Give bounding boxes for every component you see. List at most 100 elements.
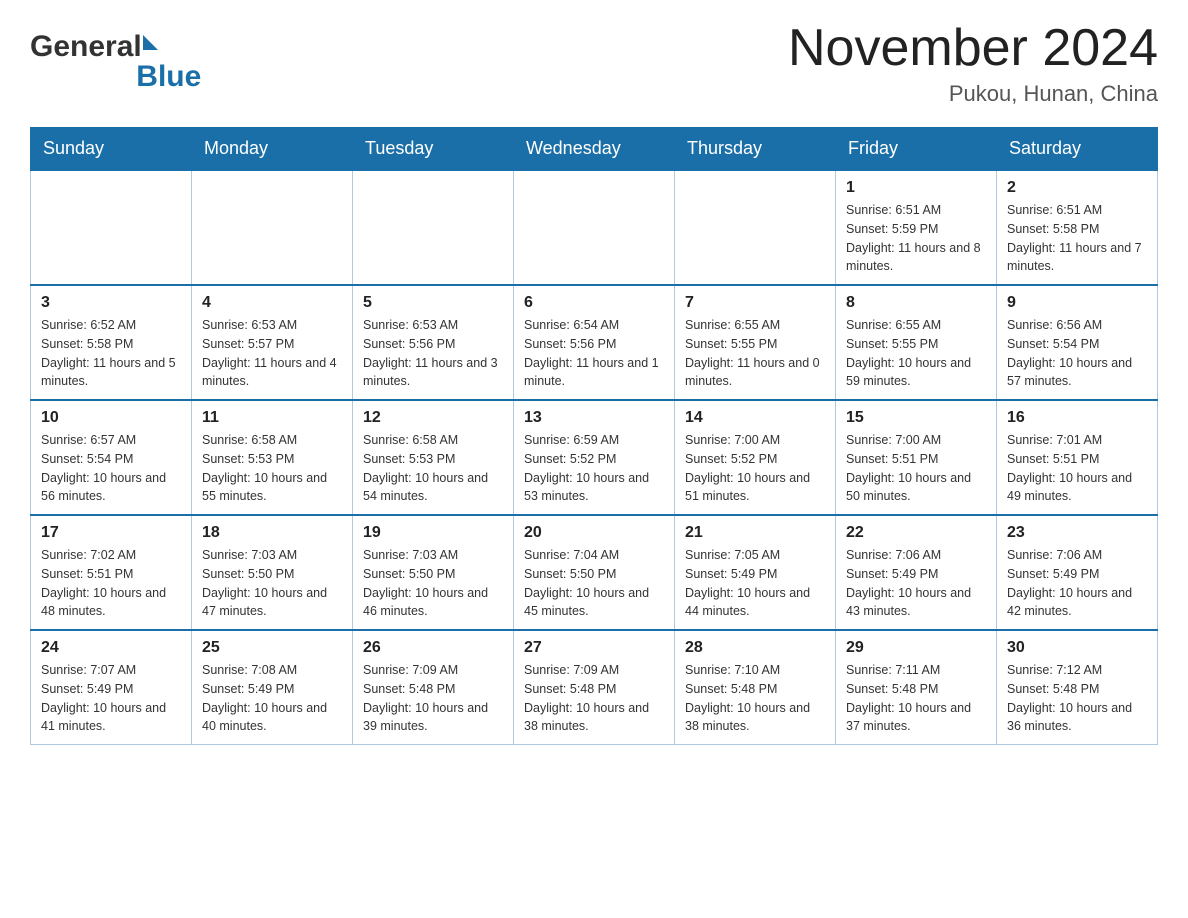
day-info: Sunrise: 7:00 AM Sunset: 5:52 PM Dayligh… [685,431,825,506]
day-number: 14 [685,409,825,427]
day-number: 17 [41,524,181,542]
day-number: 3 [41,294,181,312]
day-number: 1 [846,179,986,197]
day-number: 23 [1007,524,1147,542]
calendar-week-row: 17 Sunrise: 7:02 AM Sunset: 5:51 PM Dayli… [31,515,1158,630]
day-info: Sunrise: 7:07 AM Sunset: 5:49 PM Dayligh… [41,661,181,736]
calendar-cell: 28Sunrise: 7:10 AM Sunset: 5:48 PM Dayli… [675,630,836,745]
calendar-cell: 17 Sunrise: 7:02 AM Sunset: 5:51 PM Dayli… [31,515,192,630]
day-number: 9 [1007,294,1147,312]
day-number: 6 [524,294,664,312]
day-info: Sunrise: 6:58 AM Sunset: 5:53 PM Dayligh… [202,431,342,506]
calendar-header-saturday: Saturday [997,128,1158,171]
day-number: 2 [1007,179,1147,197]
day-info: Sunrise: 6:51 AM Sunset: 5:59 PM Dayligh… [846,201,986,276]
day-info: Sunrise: 7:03 AM Sunset: 5:50 PM Dayligh… [202,546,342,621]
title-block: November 2024 Pukou, Hunan, China [788,20,1158,107]
day-number: 16 [1007,409,1147,427]
day-number: 27 [524,639,664,657]
calendar-cell [514,170,675,285]
calendar-header-wednesday: Wednesday [514,128,675,171]
calendar-week-row: 24 Sunrise: 7:07 AM Sunset: 5:49 PM Dayli… [31,630,1158,745]
day-info: Sunrise: 6:59 AM Sunset: 5:52 PM Dayligh… [524,431,664,506]
calendar-cell: 1 Sunrise: 6:51 AM Sunset: 5:59 PM Daylig… [836,170,997,285]
calendar-cell [353,170,514,285]
calendar-cell: 13 Sunrise: 6:59 AM Sunset: 5:52 PM Dayli… [514,400,675,515]
calendar-cell: 8 Sunrise: 6:55 AM Sunset: 5:55 PM Daylig… [836,285,997,400]
location-text: Pukou, Hunan, China [788,81,1158,107]
calendar-cell: 22 Sunrise: 7:06 AM Sunset: 5:49 PM Dayli… [836,515,997,630]
calendar-cell: 5Sunrise: 6:53 AM Sunset: 5:56 PM Daylig… [353,285,514,400]
day-info: Sunrise: 7:10 AM Sunset: 5:48 PM Dayligh… [685,661,825,736]
day-info: Sunrise: 7:06 AM Sunset: 5:49 PM Dayligh… [846,546,986,621]
day-number: 21 [685,524,825,542]
day-info: Sunrise: 6:58 AM Sunset: 5:53 PM Dayligh… [363,431,503,506]
calendar-header-row: SundayMondayTuesdayWednesdayThursdayFrid… [31,128,1158,171]
calendar-cell: 19Sunrise: 7:03 AM Sunset: 5:50 PM Dayli… [353,515,514,630]
calendar-week-row: 1 Sunrise: 6:51 AM Sunset: 5:59 PM Daylig… [31,170,1158,285]
calendar-cell: 20Sunrise: 7:04 AM Sunset: 5:50 PM Dayli… [514,515,675,630]
day-info: Sunrise: 7:12 AM Sunset: 5:48 PM Dayligh… [1007,661,1147,736]
calendar-cell [31,170,192,285]
calendar-header-tuesday: Tuesday [353,128,514,171]
day-number: 10 [41,409,181,427]
day-number: 22 [846,524,986,542]
calendar-cell: 9 Sunrise: 6:56 AM Sunset: 5:54 PM Daylig… [997,285,1158,400]
day-info: Sunrise: 6:57 AM Sunset: 5:54 PM Dayligh… [41,431,181,506]
day-info: Sunrise: 7:06 AM Sunset: 5:49 PM Dayligh… [1007,546,1147,621]
calendar-cell [192,170,353,285]
logo-general-text: General [30,30,142,64]
day-number: 29 [846,639,986,657]
day-info: Sunrise: 6:52 AM Sunset: 5:58 PM Dayligh… [41,316,181,391]
calendar-cell: 18 Sunrise: 7:03 AM Sunset: 5:50 PM Dayli… [192,515,353,630]
day-info: Sunrise: 7:08 AM Sunset: 5:49 PM Dayligh… [202,661,342,736]
calendar-header-friday: Friday [836,128,997,171]
day-number: 12 [363,409,503,427]
calendar-cell: 30 Sunrise: 7:12 AM Sunset: 5:48 PM Dayli… [997,630,1158,745]
day-number: 19 [363,524,503,542]
calendar-cell: 24 Sunrise: 7:07 AM Sunset: 5:49 PM Dayli… [31,630,192,745]
day-info: Sunrise: 7:00 AM Sunset: 5:51 PM Dayligh… [846,431,986,506]
day-info: Sunrise: 6:51 AM Sunset: 5:58 PM Dayligh… [1007,201,1147,276]
calendar-cell: 26Sunrise: 7:09 AM Sunset: 5:48 PM Dayli… [353,630,514,745]
calendar-cell: 6 Sunrise: 6:54 AM Sunset: 5:56 PM Daylig… [514,285,675,400]
day-info: Sunrise: 6:55 AM Sunset: 5:55 PM Dayligh… [846,316,986,391]
month-title: November 2024 [788,20,1158,77]
calendar-cell: 23 Sunrise: 7:06 AM Sunset: 5:49 PM Dayli… [997,515,1158,630]
calendar-cell: 11 Sunrise: 6:58 AM Sunset: 5:53 PM Dayli… [192,400,353,515]
day-info: Sunrise: 6:56 AM Sunset: 5:54 PM Dayligh… [1007,316,1147,391]
logo-blue-text: Blue [136,60,201,94]
calendar-cell [675,170,836,285]
day-info: Sunrise: 6:55 AM Sunset: 5:55 PM Dayligh… [685,316,825,391]
calendar-cell: 7 Sunrise: 6:55 AM Sunset: 5:55 PM Daylig… [675,285,836,400]
calendar-header-monday: Monday [192,128,353,171]
day-number: 30 [1007,639,1147,657]
day-number: 25 [202,639,342,657]
day-info: Sunrise: 7:09 AM Sunset: 5:48 PM Dayligh… [363,661,503,736]
day-info: Sunrise: 6:54 AM Sunset: 5:56 PM Dayligh… [524,316,664,391]
calendar-header-thursday: Thursday [675,128,836,171]
calendar-cell: 16 Sunrise: 7:01 AM Sunset: 5:51 PM Dayli… [997,400,1158,515]
calendar-cell: 25 Sunrise: 7:08 AM Sunset: 5:49 PM Dayli… [192,630,353,745]
day-number: 4 [202,294,342,312]
day-info: Sunrise: 7:02 AM Sunset: 5:51 PM Dayligh… [41,546,181,621]
logo-arrow-icon [143,35,158,50]
day-number: 5 [363,294,503,312]
day-number: 7 [685,294,825,312]
day-number: 8 [846,294,986,312]
day-info: Sunrise: 7:09 AM Sunset: 5:48 PM Dayligh… [524,661,664,736]
day-info: Sunrise: 7:01 AM Sunset: 5:51 PM Dayligh… [1007,431,1147,506]
calendar-cell: 12 Sunrise: 6:58 AM Sunset: 5:53 PM Dayli… [353,400,514,515]
day-info: Sunrise: 7:04 AM Sunset: 5:50 PM Dayligh… [524,546,664,621]
day-info: Sunrise: 7:11 AM Sunset: 5:48 PM Dayligh… [846,661,986,736]
day-number: 11 [202,409,342,427]
day-number: 15 [846,409,986,427]
calendar-cell: 4Sunrise: 6:53 AM Sunset: 5:57 PM Daylig… [192,285,353,400]
calendar-cell: 15 Sunrise: 7:00 AM Sunset: 5:51 PM Dayli… [836,400,997,515]
day-number: 24 [41,639,181,657]
page-header: General General Blue November 2024 Pukou… [30,20,1158,107]
day-number: 18 [202,524,342,542]
day-number: 13 [524,409,664,427]
calendar-week-row: 10 Sunrise: 6:57 AM Sunset: 5:54 PM Dayli… [31,400,1158,515]
calendar-week-row: 3 Sunrise: 6:52 AM Sunset: 5:58 PM Daylig… [31,285,1158,400]
